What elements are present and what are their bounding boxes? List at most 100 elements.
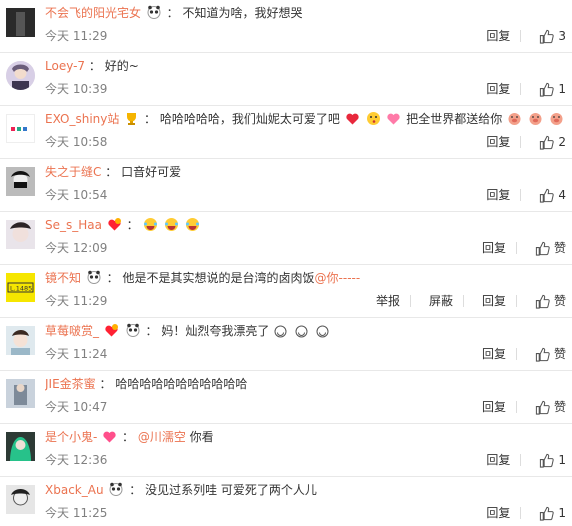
comment-separator: ：	[129, 483, 142, 497]
comment-time: 今天 11:29	[45, 294, 108, 308]
reply-button[interactable]: 回复	[482, 346, 506, 362]
reply-button[interactable]: 回复	[482, 293, 506, 309]
comment-body: 你看	[185, 430, 214, 444]
divider	[520, 136, 522, 148]
reply-button[interactable]: 回复	[486, 28, 510, 44]
avatar[interactable]	[6, 379, 35, 408]
comment-time: 今天 12:36	[45, 453, 108, 467]
pig-emoji-icon	[507, 111, 522, 126]
like-count: 1	[558, 453, 566, 467]
like-button[interactable]: 赞	[535, 293, 566, 309]
comment-time: 今天 11:25	[45, 506, 108, 520]
divider	[462, 295, 464, 307]
like-button[interactable]: 2	[539, 134, 566, 150]
reply-button[interactable]: 回复	[486, 505, 510, 521]
comment-actions: 回复 1	[468, 81, 566, 97]
username-link[interactable]: 不会飞的阳光宅女	[45, 6, 141, 20]
comment-separator: ：	[99, 377, 112, 391]
comment-body: 他是不是其实想说的是台湾的卤肉饭	[122, 271, 315, 285]
panda-badge-icon	[126, 323, 140, 337]
username-link[interactable]: 镜不知	[45, 271, 81, 285]
comment-text-line: 是个小鬼- ： @川濡空 你看	[45, 429, 566, 446]
comment-time: 今天 11:29	[45, 29, 108, 43]
avatar[interactable]	[6, 114, 35, 143]
avatar[interactable]	[6, 485, 35, 514]
comment-body: 好的~	[104, 59, 139, 73]
comment-text-line: Loey-7 ： 好的~	[45, 58, 566, 75]
like-button[interactable]: 1	[539, 505, 566, 521]
avatar[interactable]	[6, 326, 35, 355]
username-link[interactable]: 草莓啵赏_	[45, 324, 99, 338]
comment-separator: ：	[166, 6, 179, 20]
reply-button[interactable]: 回复	[482, 399, 506, 415]
username-link[interactable]: 失之于缝C	[45, 165, 101, 179]
like-button[interactable]: 赞	[535, 399, 566, 415]
avatar[interactable]	[6, 61, 35, 90]
thumb-up-icon	[535, 241, 550, 256]
divider	[520, 83, 522, 95]
avatar[interactable]: L.1485	[6, 273, 35, 302]
reply-button[interactable]: 回复	[486, 81, 510, 97]
like-label: 赞	[553, 241, 566, 255]
comment-text-line: 不会飞的阳光宅女 ： 不知道为啥，我好想哭	[45, 5, 566, 22]
fan-badge-icon	[104, 323, 119, 338]
comment-body: 哈哈哈哈哈哈哈哈哈哈哈	[115, 377, 248, 391]
smile-face-icon	[295, 325, 310, 340]
heart-gift-icon	[386, 111, 401, 126]
avatar[interactable]	[6, 432, 35, 461]
comment-item: L.1485 镜不知 ： 他是不是其实想说的是台湾的卤肉饭@你----- 今天 …	[0, 265, 572, 318]
like-count: 2	[558, 135, 566, 149]
comment-actions: 回复 3	[468, 28, 566, 44]
comment-item: Loey-7 ： 好的~ 今天 10:39 回复 1	[0, 53, 572, 106]
pig-emoji-icon	[528, 111, 543, 126]
comment-body: 哈哈哈哈哈，我们灿妮太可爱了吧	[159, 112, 340, 126]
like-button[interactable]: 4	[539, 187, 566, 203]
divider	[520, 30, 522, 42]
heart-emoji-icon	[345, 111, 360, 126]
comment-item: EXO_shiny站 ： 哈哈哈哈哈，我们灿妮太可爱了吧 把全世界都送给你 今天…	[0, 106, 572, 159]
comment-time: 今天 12:09	[45, 241, 108, 255]
username-link[interactable]: Se_s_Haa	[45, 218, 102, 232]
username-link[interactable]: 是个小鬼-	[45, 430, 97, 444]
comment-item: 是个小鬼- ： @川濡空 你看 今天 12:36 回复 1	[0, 424, 572, 477]
report-button[interactable]: 举报	[376, 293, 400, 309]
thumb-up-icon	[540, 188, 555, 203]
comment-text-line: JIE金茶蜜 ： 哈哈哈哈哈哈哈哈哈哈哈	[45, 376, 566, 393]
like-button[interactable]: 1	[539, 81, 566, 97]
comment-item: Xback_Au ： 没见过系列哇 可爱死了两个人儿 今天 11:25 回复 1	[0, 477, 572, 526]
like-count: 3	[558, 29, 566, 43]
divider	[520, 454, 522, 466]
username-link[interactable]: Xback_Au	[45, 483, 104, 497]
like-count: 1	[558, 506, 566, 520]
avatar-label: L.1485	[10, 285, 32, 293]
like-button[interactable]: 3	[539, 28, 566, 44]
divider	[515, 242, 517, 254]
like-button[interactable]: 赞	[535, 240, 566, 256]
thumb-up-icon	[540, 453, 555, 468]
laugh-cry-emoji-icon	[143, 217, 158, 232]
comment-separator: ：	[122, 430, 135, 444]
avatar[interactable]	[6, 220, 35, 249]
comment-actions: 举报 屏蔽 回复 赞	[358, 293, 566, 309]
like-label: 赞	[553, 400, 566, 414]
like-button[interactable]: 赞	[535, 346, 566, 362]
like-button[interactable]: 1	[539, 452, 566, 468]
thumb-up-icon	[540, 135, 555, 150]
comment-body-2: 把全世界都送给你	[406, 112, 503, 126]
trophy-badge-icon	[124, 111, 139, 126]
reply-button[interactable]: 回复	[482, 240, 506, 256]
username-link[interactable]: JIE金茶蜜	[45, 377, 96, 391]
divider	[409, 295, 411, 307]
username-link[interactable]: EXO_shiny站	[45, 112, 119, 126]
reply-button[interactable]: 回复	[486, 452, 510, 468]
comment-text-line: 草莓啵赏_ ： 妈！灿烈夸我漂亮了	[45, 323, 566, 340]
block-button[interactable]: 屏蔽	[429, 293, 453, 309]
comment-separator: ：	[106, 271, 119, 285]
reply-button[interactable]: 回复	[486, 187, 510, 203]
avatar[interactable]	[6, 167, 35, 196]
reply-button[interactable]: 回复	[486, 134, 510, 150]
mention-link[interactable]: @你-----	[315, 271, 361, 285]
avatar[interactable]	[6, 8, 35, 37]
mention-link[interactable]: @川濡空	[138, 430, 186, 444]
username-link[interactable]: Loey-7	[45, 59, 85, 73]
